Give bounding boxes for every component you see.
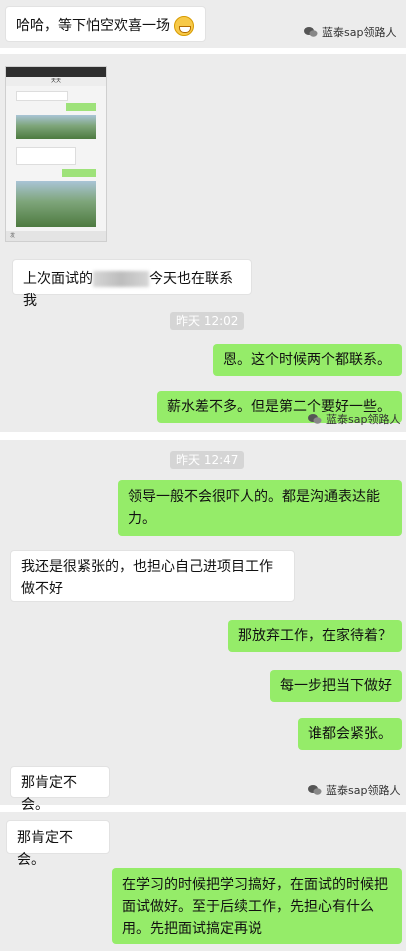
thumbnail-status-bar [6, 67, 106, 77]
message-bubble-out[interactable]: 谁都会紧张。 [298, 718, 402, 750]
message-bubble-out[interactable]: 领导一般不会很吓人的。都是沟通表达能力。 [118, 480, 402, 536]
message-text: 谁都会紧张。 [308, 726, 392, 742]
message-text: 在学习的时候把学习搞好，在面试的时候把面试做好。至于后续工作，先担心有什么用。先… [122, 877, 388, 937]
message-bubble-in[interactable]: 哈哈，等下怕空欢喜一场 [5, 6, 206, 42]
thumbnail-message [16, 147, 76, 165]
message-bubble-in[interactable]: 那肯定不会。 [6, 820, 110, 868]
message-bubble-out[interactable]: 每一步把当下做好 [270, 670, 402, 702]
chat-screenshot-thumbnail[interactable]: 天天 发 [5, 66, 107, 242]
thumbnail-title: 天天 [6, 77, 106, 86]
watermark-text: 蓝泰sap领路人 [326, 413, 401, 426]
message-bubble-out[interactable]: 那放弃工作，在家待着？ [228, 620, 402, 652]
message-text: 我还是很紧张的，也担心自己进项目工作做不好 [21, 559, 273, 597]
thumbnail-photo [16, 115, 96, 139]
redacted-name [93, 271, 149, 287]
wechat-icon [308, 414, 322, 424]
chat-panel-2: 天天 发 上次面试的 今天也在联系我 昨天 12:02 恩。这个时候两个都联系。 … [0, 54, 406, 432]
chat-panel-1: 哈哈，等下怕空欢喜一场 蓝泰sap领路人 [0, 0, 406, 48]
message-text: 每一步把当下做好 [280, 678, 392, 694]
message-bubble-out[interactable]: 在学习的时候把学习搞好，在面试的时候把面试做好。至于后续工作，先担心有什么用。先… [112, 868, 402, 944]
message-text: 领导一般不会很吓人的。都是沟通表达能力。 [128, 489, 380, 527]
chat-panel-4: 那肯定不会。 在学习的时候把学习搞好，在面试的时候把面试做好。至于后续工作，先担… [0, 812, 406, 951]
thumbnail-message [66, 103, 96, 111]
message-bubble-in[interactable]: 我还是很紧张的，也担心自己进项目工作做不好 [10, 550, 295, 602]
watermark-text: 蓝泰sap领路人 [326, 784, 401, 797]
chat-panel-3: 昨天 12:47 领导一般不会很吓人的。都是沟通表达能力。 我还是很紧张的，也担… [0, 440, 406, 813]
watermark: 蓝泰sap领路人 [304, 24, 396, 40]
watermark-text: 蓝泰sap领路人 [322, 26, 397, 39]
message-text: 恩。这个时候两个都联系。 [223, 352, 391, 368]
message-text-prefix: 上次面试的 [23, 271, 93, 287]
message-text: 那肯定不会。 [21, 775, 77, 813]
message-text: 那放弃工作，在家待着？ [238, 628, 392, 644]
thumbnail-input-bar: 发 [6, 231, 106, 241]
timestamp: 昨天 12:47 [170, 451, 245, 469]
watermark: 蓝泰sap领路人 [308, 411, 400, 427]
watermark: 蓝泰sap领路人 [308, 782, 400, 798]
thumbnail-message [16, 91, 68, 101]
message-bubble-in[interactable]: 上次面试的 今天也在联系我 [12, 259, 252, 309]
grinning-emoji-icon [174, 16, 195, 36]
message-text: 哈哈，等下怕空欢喜一场 [16, 18, 170, 34]
message-bubble-in[interactable]: 那肯定不会。 [10, 766, 110, 813]
wechat-icon [308, 785, 322, 795]
timestamp: 昨天 12:02 [170, 312, 245, 330]
message-text: 那肯定不会。 [17, 830, 73, 868]
wechat-icon [304, 27, 318, 37]
thumbnail-message [62, 169, 96, 177]
message-bubble-out[interactable]: 恩。这个时候两个都联系。 [213, 344, 402, 376]
thumbnail-photo [16, 181, 96, 227]
